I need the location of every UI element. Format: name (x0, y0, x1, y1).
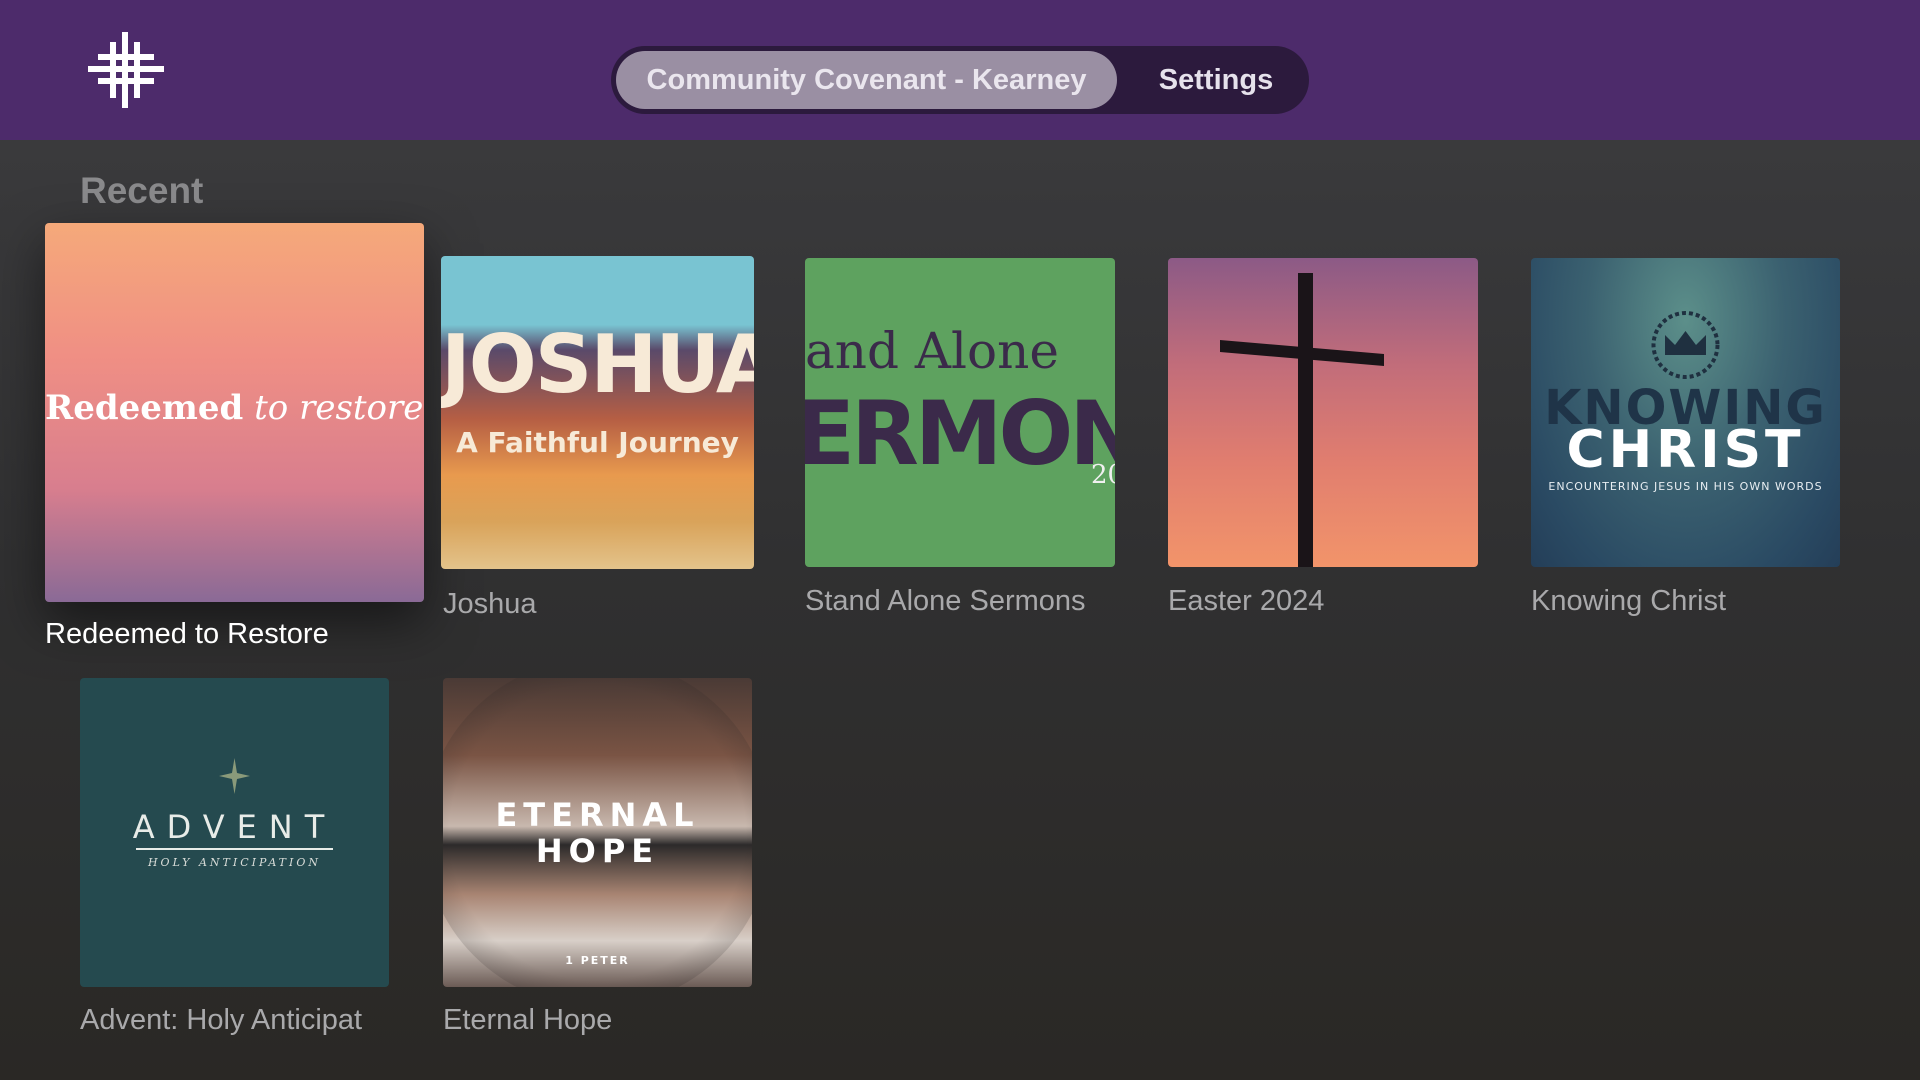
artwork-title: Redeemed (45, 388, 244, 428)
star-icon (219, 758, 250, 794)
artwork-subtitle: A Faithful Journey (456, 426, 739, 459)
series-artwork: ADVENT HOLY ANTICIPATION (80, 678, 389, 987)
series-label: Easter 2024 (1168, 585, 1325, 617)
artwork-subtitle: HOLY ANTICIPATION (147, 856, 322, 869)
artwork-tagline: ENCOUNTERING JESUS IN HIS OWN WORDS (1548, 480, 1823, 493)
series-label: Eternal Hope (443, 1004, 613, 1036)
artwork-title: JOSHUA (441, 318, 754, 411)
cross-image (1220, 273, 1384, 567)
series-artwork: ETERNAL HOPE 1 PETER (443, 678, 752, 987)
series-label: Joshua (443, 588, 537, 620)
church-logo-icon (88, 32, 164, 108)
series-label: Redeemed to Restore (45, 618, 329, 650)
series-artwork: Redeemed to restore. (45, 223, 424, 602)
series-label: Advent: Holy Anticipat (80, 1004, 363, 1036)
artwork-line-2: ERMON (805, 382, 1115, 485)
artwork-title: ADVENT (132, 808, 337, 846)
top-bar: Community Covenant - Kearney Settings (0, 0, 1920, 140)
top-tab-bar: Community Covenant - Kearney Settings (611, 46, 1309, 114)
crown-icon (1651, 311, 1720, 379)
series-label: Knowing Christ (1531, 585, 1727, 617)
artwork-line-1: and Alone (805, 322, 1059, 380)
artwork-line-2: CHRIST (1566, 420, 1805, 480)
artwork-footer: 1 PETER (565, 954, 630, 967)
artwork-divider (136, 848, 333, 850)
section-title-recent: Recent (80, 170, 204, 211)
series-artwork: KNOWING CHRIST ENCOUNTERING JESUS IN HIS… (1531, 258, 1840, 567)
series-artwork: JOSHUA A Faithful Journey (441, 256, 754, 569)
series-artwork: and Alone ERMON 20 (805, 258, 1115, 567)
artwork-line-3: 20 (1091, 460, 1115, 490)
series-artwork (1168, 258, 1478, 567)
tab-community-covenant-kearney[interactable]: Community Covenant - Kearney (616, 51, 1117, 109)
artwork-subtitle: to restore. (254, 388, 424, 428)
artwork-line-2: HOPE (535, 832, 660, 870)
artwork-line-1: ETERNAL (495, 796, 700, 834)
series-label: Stand Alone Sermons (805, 585, 1086, 617)
tab-settings[interactable]: Settings (1131, 51, 1301, 109)
